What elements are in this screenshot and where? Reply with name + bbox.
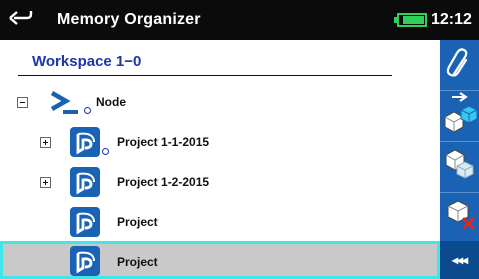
workspace-divider [18, 75, 392, 76]
back-button[interactable] [0, 0, 40, 40]
tree-row-project-1-1-2015[interactable]: Project 1-1-2015 [0, 123, 440, 163]
tree-row-project-selected[interactable]: Project [0, 241, 440, 279]
copy-structure-icon [445, 149, 474, 179]
copy-structure-button[interactable] [440, 142, 479, 192]
clock: 12:12 [431, 11, 472, 28]
tree-row-project-1-2-2015[interactable]: Project 1-2-2015 [0, 163, 440, 203]
tree-label-project: Project 1-2-2015 [117, 175, 210, 189]
window-title: Memory Organizer [57, 11, 201, 28]
node-icon [50, 91, 78, 114]
project-icon [70, 127, 100, 157]
project-icon [70, 207, 100, 237]
more-options-button[interactable]: ◂◂◂ [440, 241, 479, 279]
project-status-dot [102, 148, 109, 155]
add-structure-button[interactable] [440, 91, 479, 141]
back-arrow-icon [9, 11, 33, 25]
tree-row-node[interactable]: Node [0, 83, 440, 123]
tree-label-project: Project [117, 255, 158, 269]
tree-label-node: Node [96, 95, 126, 109]
paperclip-icon [446, 48, 468, 77]
node-status-dot [84, 107, 91, 114]
memory-tree: Workspace 1−0 Node Project 1-1-2015 Proj… [0, 40, 440, 279]
tree-row-project[interactable]: Project [0, 203, 440, 243]
tree-label-project: Project [117, 215, 158, 229]
project-icon [70, 167, 100, 197]
add-structure-icon [444, 92, 478, 133]
delete-structure-button[interactable] [440, 193, 479, 243]
workspace-title[interactable]: Workspace 1−0 [32, 53, 141, 70]
title-bar: Memory Organizer 12:12 [0, 0, 479, 40]
expand-toggle[interactable] [40, 137, 51, 148]
project-icon [70, 246, 100, 276]
collapse-toggle[interactable] [17, 97, 28, 108]
delete-structure-icon [447, 200, 475, 230]
tree-label-project: Project 1-1-2015 [117, 135, 210, 149]
battery-icon [394, 13, 427, 27]
attach-button[interactable] [440, 40, 479, 90]
expand-toggle[interactable] [40, 177, 51, 188]
